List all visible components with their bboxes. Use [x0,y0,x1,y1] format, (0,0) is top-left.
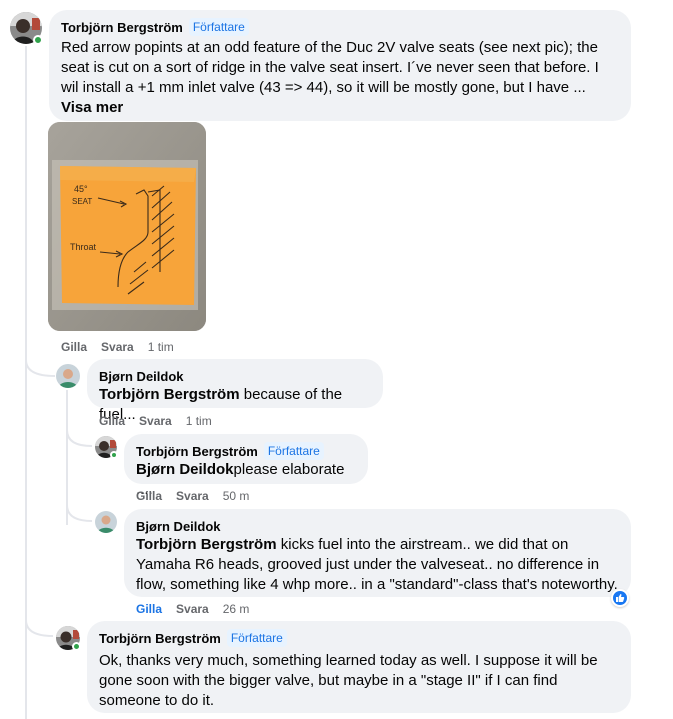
timestamp[interactable]: 50 m [223,489,250,503]
post-bubble: Torbjörn Bergström Författare Red arrow … [49,10,631,121]
like-button[interactable]: Gilla [136,489,162,503]
author-badge: Författare [263,442,324,460]
thread-connector [66,430,93,447]
mention-link[interactable]: Torbjörn Bergström [136,536,277,553]
reply-text-4: Ok, thanks very much, something learned … [99,652,598,709]
thread-connector [25,620,54,637]
svg-text:SEAT: SEAT [72,197,92,206]
reply-button[interactable]: Svara [176,602,209,616]
avatar-torbjorn[interactable] [10,12,43,45]
mention-link[interactable]: Torbjörn Bergström [99,386,240,403]
reply-button[interactable]: Svara [139,414,172,428]
post-body: Red arrow popints at an odd feature of t… [61,39,599,96]
like-button[interactable]: Gilla [136,602,162,616]
author-badge: Författare [226,629,287,647]
reply-author-1[interactable]: Bjørn Deildok [99,369,184,384]
reply-author-2[interactable]: Torbjörn Bergström [136,444,258,459]
online-status-icon [110,451,118,459]
post-text: Red arrow popints at an odd feature of t… [61,38,619,118]
reply-author-3[interactable]: Bjørn Deildok [136,519,221,534]
reply-bubble-3: Bjørn Deildok Torbjörn Bergström kicks f… [124,509,631,597]
author-badge: Författare [188,18,249,36]
reply-bubble-1: Bjørn Deildok Torbjörn Bergström because… [87,359,383,423]
post-actions: Gilla Svara 1 tim [61,340,174,354]
like-button[interactable]: Gilla [61,340,87,354]
online-status-icon [33,35,43,45]
reply-author-4[interactable]: Torbjörn Bergström [99,631,221,646]
svg-text:45°: 45° [74,184,88,194]
avatar-bjorn[interactable] [95,511,117,533]
svg-text:Throat: Throat [70,242,97,252]
reply-button[interactable]: Svara [176,489,209,503]
timestamp[interactable]: 1 tim [148,340,174,354]
reply-actions-3: Gilla Svara 26 m [136,602,249,616]
post-author[interactable]: Torbjörn Bergström [61,20,183,35]
reply-text-3: Torbjörn Bergström kicks fuel into the a… [136,535,619,595]
timestamp[interactable]: 26 m [223,602,250,616]
online-status-icon [72,642,81,651]
reply-button[interactable]: Svara [101,340,134,354]
mention-link[interactable]: Bjørn Deildok [136,461,234,478]
timestamp[interactable]: 1 tim [186,414,212,428]
see-more-link[interactable]: Visa mer [61,99,123,116]
post-photo[interactable]: 45° SEAT Throat [48,122,206,331]
avatar-torbjorn[interactable] [56,626,81,651]
like-reaction-icon[interactable] [611,589,629,607]
like-button[interactable]: Gilla [99,414,125,428]
reply-actions-2: Gilla Svara 50 m [136,489,249,503]
thread-connector [66,505,93,522]
reply-bubble-4: Torbjörn Bergström Författare Ok, thanks… [87,621,631,713]
reply-bubble-2: Torbjörn Bergström Författare Bjørn Deil… [124,434,368,498]
reply-actions-1: Gilla Svara 1 tim [99,414,212,428]
avatar-torbjorn[interactable] [95,436,118,459]
thread-connector [25,360,56,377]
